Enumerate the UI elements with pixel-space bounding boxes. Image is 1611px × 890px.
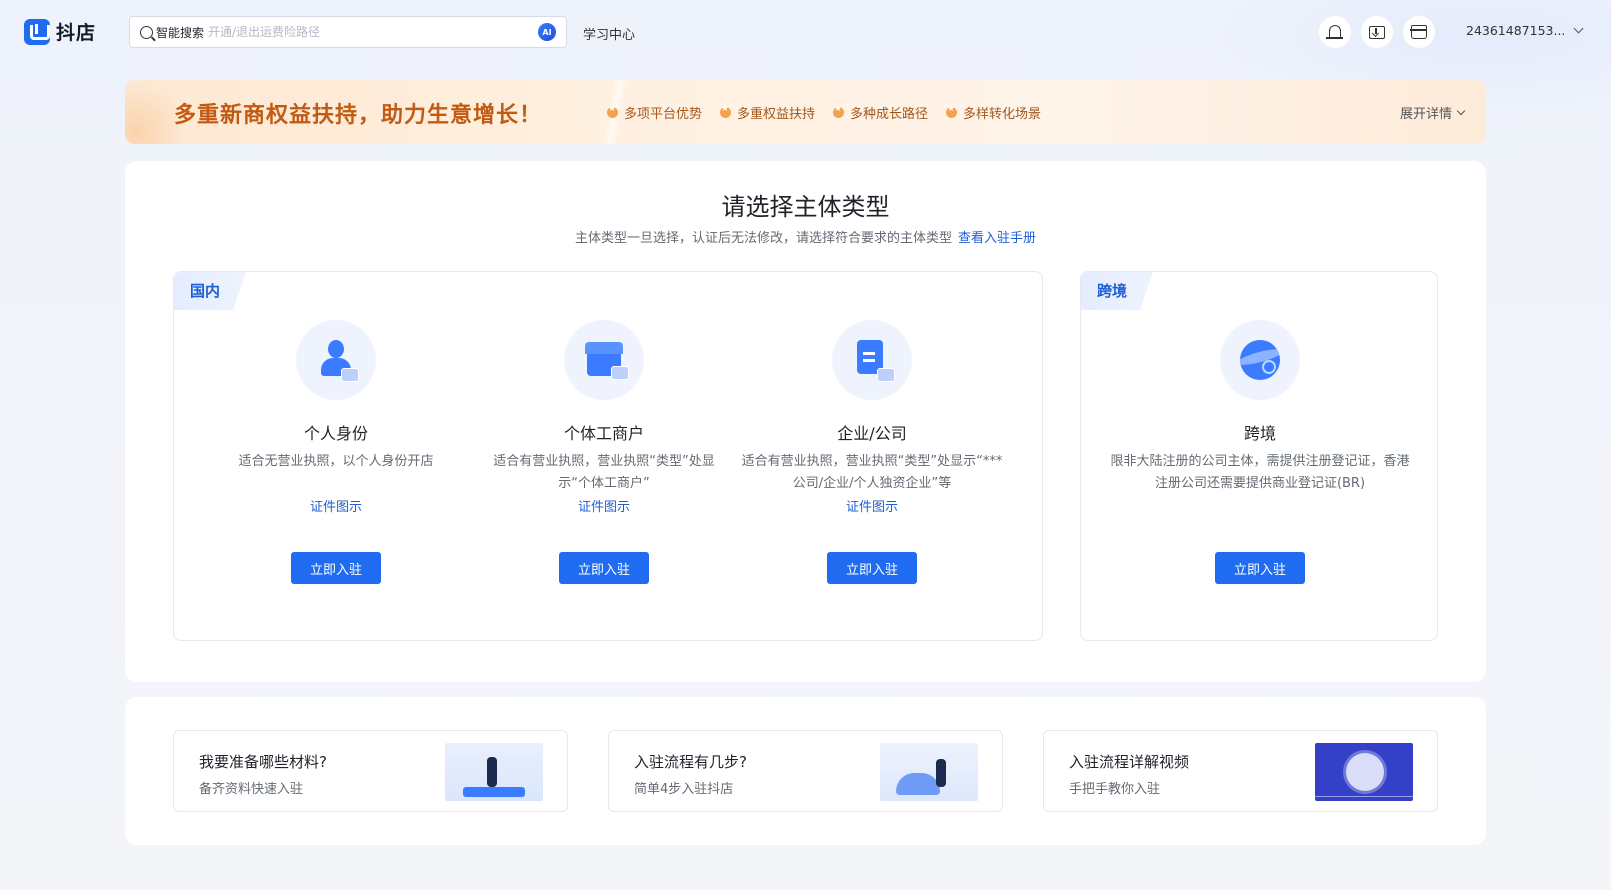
banner-tag: 多项平台优势 bbox=[607, 103, 702, 122]
person-id-icon bbox=[319, 340, 359, 382]
badge-icon bbox=[877, 368, 895, 382]
help-card-title: 入驻流程有几步? bbox=[634, 753, 747, 771]
search-input[interactable] bbox=[208, 25, 538, 39]
bell-icon bbox=[1326, 25, 1343, 39]
star-icon bbox=[946, 104, 958, 118]
option-icon-wrap bbox=[564, 320, 644, 400]
option-title: 跨境 bbox=[1243, 424, 1276, 443]
help-card-title: 入驻流程详解视频 bbox=[1069, 753, 1190, 771]
banner-tag: 多重权益扶持 bbox=[720, 103, 815, 122]
join-now-button[interactable]: 立即入驻 bbox=[559, 552, 649, 584]
help-panel: 我要准备哪些材料? 备齐资料快速入驻 入驻流程有几步? 简单4步入驻抖店 入驻流… bbox=[125, 697, 1486, 845]
store-icon bbox=[1410, 25, 1427, 39]
search-icon bbox=[140, 25, 153, 39]
materials-illustration bbox=[445, 743, 543, 801]
certificate-example-link[interactable]: 证件图示 bbox=[738, 496, 1006, 515]
steps-illustration bbox=[880, 743, 978, 801]
help-card-subtitle: 手把手教你入驻 bbox=[1069, 782, 1161, 797]
banner-tag-label: 多重权益扶持 bbox=[737, 107, 816, 122]
logo-text: 抖店 bbox=[56, 22, 97, 44]
banner-tag: 多样转化场景 bbox=[946, 103, 1041, 122]
promo-banner: 多重新商权益扶持，助力生意增长！ 多项平台优势 多重权益扶持 多种成长路径 多样… bbox=[125, 80, 1486, 144]
banner-tag-label: 多种成长路径 bbox=[850, 107, 929, 122]
search-box[interactable]: 智能搜索 AI bbox=[129, 16, 567, 48]
download-icon bbox=[1369, 25, 1385, 39]
option-personal: 个人身份 适合无营业执照，以个人身份开店 证件图示 立即入驻 bbox=[202, 272, 470, 642]
option-desc: 适合有营业执照，营业执照“类型”处显示“***公司/企业/个人独资企业”等 bbox=[741, 454, 1003, 491]
option-cross-border: 跨境 限非大陆注册的公司主体，需提供注册登记证，香港注册公司还需要提供商业登记证… bbox=[1110, 272, 1410, 642]
option-enterprise: 企业/公司 适合有营业执照，营业执照“类型”处显示“***公司/企业/个人独资企… bbox=[738, 272, 1006, 642]
option-icon-wrap bbox=[832, 320, 912, 400]
subtitle-text: 主体类型一旦选择，认证后无法修改，请选择符合要求的主体类型 bbox=[574, 231, 952, 246]
globe-icon bbox=[1240, 340, 1280, 380]
username: 24361487153... bbox=[1466, 23, 1566, 38]
star-icon bbox=[607, 104, 618, 118]
badge-icon bbox=[611, 366, 629, 380]
cross-border-group: 跨境 跨境 限非大陆注册的公司主体，需提供注册登记证，香港注册公司还需要提供商业… bbox=[1080, 271, 1438, 641]
banner-tag-label: 多项平台优势 bbox=[624, 107, 703, 122]
store-button[interactable] bbox=[1403, 16, 1435, 48]
help-card-steps[interactable]: 入驻流程有几步? 简单4步入驻抖店 bbox=[608, 730, 1003, 812]
certificate-example-link[interactable]: 证件图示 bbox=[470, 496, 738, 515]
star-icon bbox=[720, 104, 732, 118]
logo-mark-icon bbox=[24, 18, 50, 45]
chevron-down-icon bbox=[1456, 106, 1466, 115]
option-individual-business: 个体工商户 适合有营业执照，营业执照“类型”处显示“个体工商户” 证件图示 立即… bbox=[470, 272, 738, 642]
page-title: 请选择主体类型 bbox=[721, 193, 890, 221]
chevron-down-icon bbox=[1573, 23, 1584, 34]
option-icon-wrap bbox=[296, 320, 376, 400]
option-desc: 适合无营业执照，以个人身份开店 bbox=[238, 454, 434, 469]
help-card-materials[interactable]: 我要准备哪些材料? 备齐资料快速入驻 bbox=[173, 730, 568, 812]
banner-tags: 多项平台优势 多重权益扶持 多种成长路径 多样转化场景 bbox=[607, 103, 1041, 122]
option-desc: 适合有营业执照，营业执照“类型”处显示“个体工商户” bbox=[493, 454, 715, 491]
download-button[interactable] bbox=[1361, 16, 1393, 48]
manual-link[interactable]: 查看入驻手册 bbox=[958, 231, 1036, 246]
help-card-subtitle: 备齐资料快速入驻 bbox=[199, 782, 304, 797]
domestic-group: 国内 个人身份 适合无营业执照，以个人身份开店 证件图示 立即入驻 个体工商户 … bbox=[173, 271, 1043, 641]
star-icon bbox=[833, 104, 845, 118]
search-label: 智能搜索 bbox=[156, 25, 205, 40]
ai-icon[interactable]: AI bbox=[538, 23, 556, 41]
banner-title: 多重新商权益扶持，助力生意增长！ bbox=[174, 103, 543, 128]
video-thumbnail bbox=[1315, 743, 1413, 801]
option-title: 个人身份 bbox=[303, 424, 368, 443]
join-now-button[interactable]: 立即入驻 bbox=[291, 552, 381, 584]
banner-tag-label: 多样转化场景 bbox=[963, 107, 1042, 122]
help-card-subtitle: 简单4步入驻抖店 bbox=[634, 782, 734, 797]
store-icon bbox=[585, 342, 629, 380]
expand-details-button[interactable]: 展开详情 bbox=[1399, 103, 1466, 122]
option-title: 企业/公司 bbox=[837, 424, 907, 443]
badge-icon bbox=[341, 368, 359, 382]
doudian-logo[interactable]: 抖店 bbox=[24, 18, 96, 45]
join-now-button[interactable]: 立即入驻 bbox=[1215, 552, 1305, 584]
notification-button[interactable] bbox=[1319, 16, 1351, 48]
top-header: 抖店 智能搜索 AI 学习中心 24361487153... bbox=[0, 0, 1611, 64]
banner-tag: 多种成长路径 bbox=[833, 103, 928, 122]
entity-type-panel: 请选择主体类型 主体类型一旦选择，认证后无法修改，请选择符合要求的主体类型 查看入… bbox=[125, 161, 1486, 682]
user-menu[interactable]: 24361487153... bbox=[1466, 23, 1584, 38]
help-card-title: 我要准备哪些材料? bbox=[199, 753, 327, 771]
expand-details-label: 展开详情 bbox=[1399, 107, 1452, 122]
option-title: 个体工商户 bbox=[563, 424, 644, 443]
page-subtitle: 主体类型一旦选择，认证后无法修改，请选择符合要求的主体类型 查看入驻手册 bbox=[125, 227, 1486, 246]
certificate-example-link[interactable]: 证件图示 bbox=[202, 496, 470, 515]
help-card-video[interactable]: 入驻流程详解视频 手把手教你入驻 bbox=[1043, 730, 1438, 812]
document-icon bbox=[855, 340, 895, 382]
learn-center-link[interactable]: 学习中心 bbox=[583, 24, 635, 43]
option-icon-wrap bbox=[1220, 320, 1300, 400]
join-now-button[interactable]: 立即入驻 bbox=[827, 552, 917, 584]
option-desc: 限非大陆注册的公司主体，需提供注册登记证，香港注册公司还需要提供商业登记证(BR… bbox=[1110, 454, 1410, 491]
